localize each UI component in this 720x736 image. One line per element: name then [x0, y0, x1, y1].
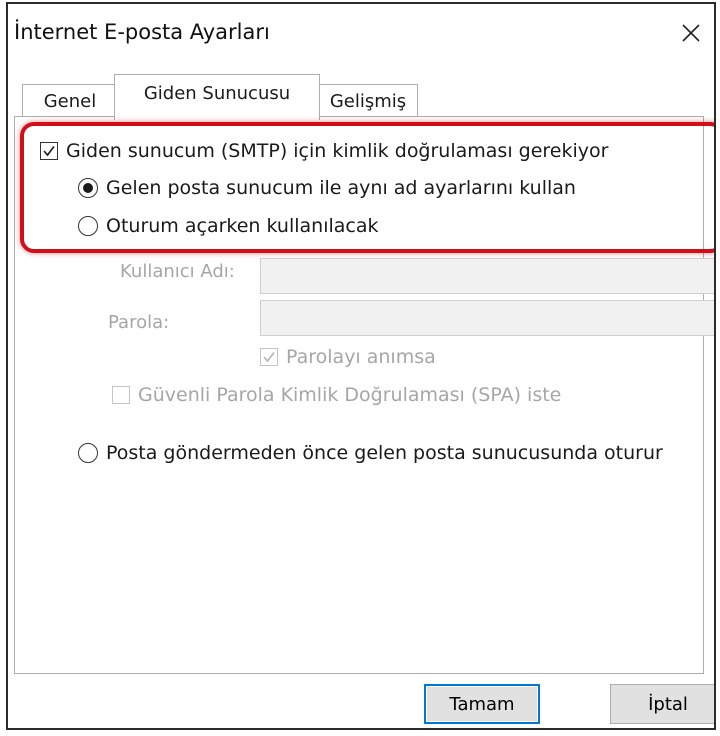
- radio-selected-dot: [83, 183, 93, 193]
- dialog-title: İnternet E-posta Ayarları: [14, 20, 270, 44]
- spa-checkbox[interactable]: [112, 386, 130, 404]
- username-label: Kullanıcı Adı:: [120, 261, 235, 282]
- auth-required-label: Giden sunucum (SMTP) için kimlik doğrula…: [66, 140, 609, 162]
- checkmark-icon: [43, 145, 55, 157]
- log-on-before-label: Posta göndermeden önce gelen posta sunuc…: [106, 442, 663, 464]
- log-on-before-radio[interactable]: [78, 443, 98, 463]
- remember-password-option[interactable]: Parolayı anımsa: [260, 346, 436, 368]
- logon-using-option[interactable]: Oturum açarken kullanılacak: [78, 215, 379, 237]
- spa-label: Güvenli Parola Kimlik Doğrulaması (SPA) …: [138, 384, 562, 406]
- auth-required-option[interactable]: Giden sunucum (SMTP) için kimlik doğrula…: [40, 140, 608, 162]
- tab-giden-sunucusu[interactable]: Giden Sunucusu: [114, 74, 320, 120]
- remember-password-label: Parolayı anımsa: [286, 346, 436, 368]
- logon-using-radio[interactable]: [78, 216, 98, 236]
- tab-bar: Genel Giden Sunucusu Gelişmiş: [8, 74, 714, 120]
- use-incoming-settings-radio[interactable]: [78, 178, 98, 198]
- tab-genel[interactable]: Genel: [22, 84, 118, 118]
- password-field[interactable]: [260, 300, 714, 336]
- dialog-window: İnternet E-posta Ayarları Genel Giden Su…: [6, 2, 716, 730]
- title-bar: İnternet E-posta Ayarları: [8, 4, 714, 64]
- spa-option[interactable]: Güvenli Parola Kimlik Doğrulaması (SPA) …: [112, 384, 561, 406]
- close-icon: [682, 24, 700, 42]
- close-button[interactable]: [668, 8, 714, 58]
- use-incoming-settings-label: Gelen posta sunucum ile aynı ad ayarları…: [106, 177, 576, 199]
- password-label: Parola:: [108, 312, 170, 333]
- auth-required-checkbox[interactable]: [40, 142, 58, 160]
- tab-gelismis[interactable]: Gelişmiş: [318, 84, 418, 118]
- log-on-before-option[interactable]: Posta göndermeden önce gelen posta sunuc…: [78, 442, 663, 464]
- username-field[interactable]: [260, 258, 714, 294]
- cancel-button[interactable]: İptal: [610, 684, 714, 724]
- logon-using-label: Oturum açarken kullanılacak: [106, 215, 379, 237]
- ok-button[interactable]: Tamam: [424, 684, 540, 724]
- use-incoming-settings-option[interactable]: Gelen posta sunucum ile aynı ad ayarları…: [78, 177, 576, 199]
- remember-password-checkbox[interactable]: [260, 348, 278, 366]
- checkmark-icon: [263, 351, 275, 363]
